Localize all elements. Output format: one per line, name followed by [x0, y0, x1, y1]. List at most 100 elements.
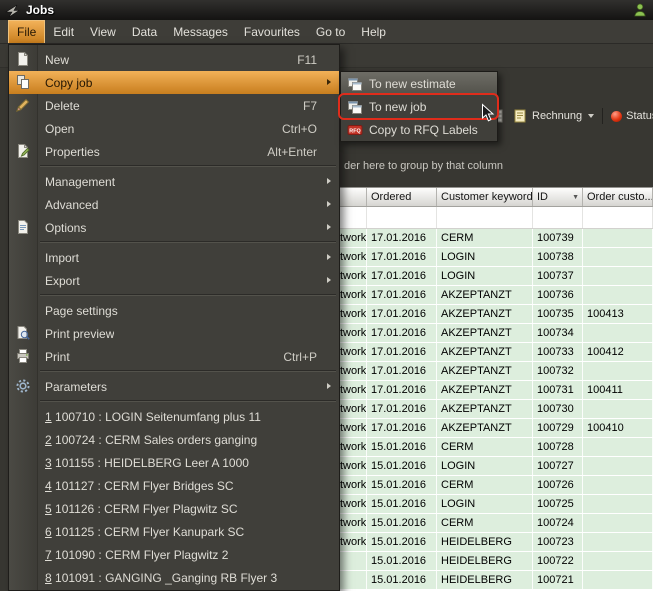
table-row[interactable]: twork15.01.2016CERM100728	[340, 438, 653, 457]
cell-id: 100731	[533, 381, 583, 399]
cell-customer-keyword: LOGIN	[437, 495, 533, 513]
cell-customer-keyword: CERM	[437, 229, 533, 247]
file-menu-item-options[interactable]: Options	[9, 216, 339, 239]
filter-cell-customer-keyword[interactable]	[437, 207, 533, 228]
table-row[interactable]: twork15.01.2016HEIDELBERG100723	[340, 533, 653, 552]
file-menu-item-copy-job[interactable]: Copy job	[9, 71, 339, 94]
cell-id: 100729	[533, 419, 583, 437]
table-row[interactable]: twork17.01.2016AKZEPTANZT100736	[340, 286, 653, 305]
sort-desc-icon: ▼	[572, 194, 579, 201]
cell-network: twork	[340, 476, 367, 494]
file-menu-item-parameters[interactable]: Parameters	[9, 375, 339, 398]
cell-customer-keyword: HEIDELBERG	[437, 552, 533, 570]
table-row[interactable]: twork17.01.2016AKZEPTANZT100729100410	[340, 419, 653, 438]
submenu-item-to-new-estimate[interactable]: To new estimate	[341, 72, 497, 95]
cell-id: 100723	[533, 533, 583, 551]
column-header-order-custo[interactable]: Order custo...	[583, 188, 653, 206]
file-menu-item-print-preview[interactable]: Print preview	[9, 322, 339, 345]
table-row[interactable]: twork17.01.2016AKZEPTANZT100735100413	[340, 305, 653, 324]
column-header-label: Order custo...	[587, 191, 653, 203]
file-menu-item-8-101091-ganging-ganging-rb-flyer-3[interactable]: 8 101091 : GANGING _Ganging RB Flyer 3	[9, 566, 339, 589]
file-menu-item-import[interactable]: Import	[9, 246, 339, 269]
menu-data[interactable]: Data	[124, 20, 165, 43]
table-row[interactable]: twork17.01.2016LOGIN100737	[340, 267, 653, 286]
table-row[interactable]: twork15.01.2016CERM100726	[340, 476, 653, 495]
cell-order-customer	[583, 286, 653, 304]
file-menu-item-open[interactable]: OpenCtrl+O	[9, 117, 339, 140]
table-row[interactable]: twork17.01.2016CERM100739	[340, 229, 653, 248]
menu-item-label: Open	[45, 122, 74, 136]
menu-go-to[interactable]: Go to	[308, 20, 353, 43]
file-menu-item-management[interactable]: Management	[9, 170, 339, 193]
menu-item-label: Parameters	[45, 380, 107, 394]
cell-customer-keyword: AKZEPTANZT	[437, 419, 533, 437]
status-button[interactable]: Status änd	[607, 108, 653, 124]
cell-id: 100735	[533, 305, 583, 323]
column-header-hidden[interactable]	[340, 188, 367, 206]
file-menu-item-print[interactable]: PrintCtrl+P	[9, 345, 339, 368]
menu-edit[interactable]: Edit	[45, 20, 82, 43]
menu-favourites[interactable]: Favourites	[236, 20, 308, 43]
table-row[interactable]: twork17.01.2016AKZEPTANZT100732	[340, 362, 653, 381]
file-menu-item-new[interactable]: NewF11	[9, 48, 339, 71]
menu-view[interactable]: View	[82, 20, 124, 43]
file-menu-item-5-101126-cerm-flyer-plagwitz-sc[interactable]: 5 101126 : CERM Flyer Plagwitz SC	[9, 497, 339, 520]
cell-customer-keyword: AKZEPTANZT	[437, 362, 533, 380]
filter-cell-hidden[interactable]	[340, 207, 367, 228]
menu-help[interactable]: Help	[353, 20, 394, 43]
file-menu-item-1-100710-login-seitenumfang-plus-11[interactable]: 1 100710 : LOGIN Seitenumfang plus 11	[9, 405, 339, 428]
file-menu-item-properties[interactable]: PropertiesAlt+Enter	[9, 140, 339, 163]
group-by-bar[interactable]: der here to group by that column	[340, 150, 653, 187]
filter-cell-id[interactable]	[533, 207, 583, 228]
cell-order-customer: 100412	[583, 343, 653, 361]
shortcut-label: F11	[283, 53, 317, 67]
column-header-id[interactable]: ID▼	[533, 188, 583, 206]
file-menu-item-6-101125-cerm-flyer-kanupark-sc[interactable]: 6 101125 : CERM Flyer Kanupark SC	[9, 520, 339, 543]
file-menu-item-7-101090-cerm-flyer-plagwitz-2[interactable]: 7 101090 : CERM Flyer Plagwitz 2	[9, 543, 339, 566]
table-row[interactable]: twork17.01.2016AKZEPTANZT100731100411	[340, 381, 653, 400]
column-header-customer-keyword[interactable]: Customer keyword	[437, 188, 533, 206]
invoice-button[interactable]: Rechnung	[508, 106, 598, 126]
window-title: Jobs	[26, 3, 54, 17]
menu-separator	[9, 398, 339, 405]
menu-item-label: 7 101090 : CERM Flyer Plagwitz 2	[45, 548, 228, 562]
submenu-item-copy-to-rfq-labels[interactable]: RFQCopy to RFQ Labels	[341, 118, 497, 141]
cell-id: 100734	[533, 324, 583, 342]
file-menu-item-delete[interactable]: DeleteF7	[9, 94, 339, 117]
cell-order-customer	[583, 571, 653, 589]
cell-customer-keyword: AKZEPTANZT	[437, 324, 533, 342]
table-row[interactable]: twork15.01.2016CERM100724	[340, 514, 653, 533]
table-row[interactable]: twork15.01.2016LOGIN100727	[340, 457, 653, 476]
cell-id: 100737	[533, 267, 583, 285]
table-row[interactable]: 15.01.2016HEIDELBERG100721	[340, 571, 653, 590]
menu-item-label: Page settings	[45, 304, 118, 318]
file-menu-item-3-101155-heidelberg-leer-a-1000[interactable]: 3 101155 : HEIDELBERG Leer A 1000	[9, 451, 339, 474]
column-header-label: Ordered	[371, 191, 411, 203]
cell-network	[340, 571, 367, 589]
filter-cell-order-custo[interactable]	[583, 207, 653, 228]
cell-order-customer	[583, 438, 653, 456]
file-menu-item-export[interactable]: Export	[9, 269, 339, 292]
file-menu-item-advanced[interactable]: Advanced	[9, 193, 339, 216]
file-menu-item-2-100724-cerm-sales-orders-ganging[interactable]: 2 100724 : CERM Sales orders ganging	[9, 428, 339, 451]
copy-estimate-icon	[347, 76, 363, 92]
table-row[interactable]: twork17.01.2016LOGIN100738	[340, 248, 653, 267]
menu-messages[interactable]: Messages	[165, 20, 236, 43]
filter-cell-ordered[interactable]	[367, 207, 437, 228]
table-row[interactable]: twork17.01.2016AKZEPTANZT100733100412	[340, 343, 653, 362]
user-icon[interactable]	[632, 2, 648, 18]
column-header-ordered[interactable]: Ordered	[367, 188, 437, 206]
copy-icon	[15, 74, 31, 90]
copy-job-icon	[347, 99, 363, 115]
file-menu-item-page-settings[interactable]: Page settings	[9, 299, 339, 322]
menu-file[interactable]: File	[8, 20, 45, 43]
jobs-app-icon	[5, 2, 21, 18]
print-icon	[15, 348, 31, 364]
table-row[interactable]: 15.01.2016HEIDELBERG100722	[340, 552, 653, 571]
table-row[interactable]: twork17.01.2016AKZEPTANZT100730	[340, 400, 653, 419]
cell-ordered: 17.01.2016	[367, 381, 437, 399]
table-row[interactable]: twork17.01.2016AKZEPTANZT100734	[340, 324, 653, 343]
submenu-item-to-new-job[interactable]: To new job	[341, 95, 497, 118]
table-row[interactable]: twork15.01.2016LOGIN100725	[340, 495, 653, 514]
file-menu-item-4-101127-cerm-flyer-bridges-sc[interactable]: 4 101127 : CERM Flyer Bridges SC	[9, 474, 339, 497]
